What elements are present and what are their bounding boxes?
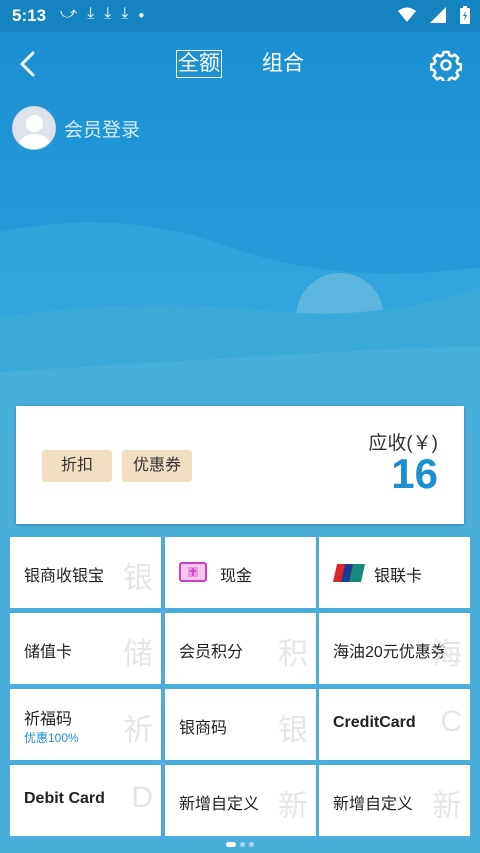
gear-icon[interactable] — [430, 49, 462, 81]
unionpay-icon — [333, 564, 365, 582]
wifi-icon — [398, 7, 416, 22]
method-watermark: 储 — [123, 638, 153, 671]
method-stored-value-card[interactable]: 储值卡 储 — [10, 613, 161, 684]
method-member-points[interactable]: 会员积分 积 — [165, 613, 316, 684]
page-dot-active[interactable] — [226, 842, 236, 848]
method-label: 银商码 — [179, 720, 228, 737]
method-add-custom[interactable]: 新增自定义 新 — [319, 765, 470, 836]
payment-summary-card: 折扣 优惠券 应收(￥) 16 — [16, 406, 464, 524]
method-label: 银联卡 — [374, 568, 423, 585]
method-label: 银商收银宝 — [24, 568, 105, 585]
method-blessing-code[interactable]: 祈福码 优惠100% 祈 — [10, 689, 161, 760]
method-watermark: 银 — [123, 562, 153, 595]
missed-call-icon: ⤻ — [60, 5, 88, 22]
notification-icons: ⤻⤓⤓⤓● — [60, 5, 154, 23]
method-watermark: 积 — [278, 638, 308, 671]
method-label: 海油20元优惠券 — [333, 644, 447, 661]
method-label: CreditCard — [333, 714, 416, 731]
method-credit-card[interactable]: CreditCard C — [319, 689, 470, 760]
method-label: 会员积分 — [179, 644, 244, 661]
method-cash[interactable]: 现金 — [165, 537, 316, 608]
method-unionpay[interactable]: 银联卡 — [319, 537, 470, 608]
member-login-label: 会员登录 — [64, 119, 141, 141]
method-watermark: 海 — [432, 638, 462, 671]
page-dot[interactable] — [240, 842, 245, 848]
method-oil-coupon[interactable]: 海油20元优惠券 海 — [319, 613, 470, 684]
header: 全额 组合 会员登录 — [0, 32, 480, 432]
method-debit-card[interactable]: Debit Card D — [10, 765, 161, 836]
avatar — [12, 106, 56, 150]
method-label: 新增自定义 — [179, 796, 260, 813]
download-icon: ⤓ — [87, 5, 105, 22]
coupon-button[interactable]: 优惠券 — [122, 450, 192, 482]
method-label: 祈福码 — [24, 711, 73, 728]
download-icon: ⤓ — [104, 5, 122, 22]
wave-background — [0, 222, 480, 432]
member-login[interactable]: 会员登录 — [12, 106, 140, 150]
cash-icon — [179, 562, 207, 582]
page-dot[interactable] — [249, 842, 254, 848]
tab-full-amount[interactable]: 全额 — [176, 50, 222, 78]
dot-icon: ● — [138, 10, 155, 21]
tab-combination[interactable]: 组合 — [262, 50, 304, 78]
method-watermark: C — [440, 705, 462, 738]
discount-button[interactable]: 折扣 — [42, 450, 112, 482]
download-icon: ⤓ — [121, 5, 139, 22]
battery-icon — [460, 6, 470, 24]
method-watermark: 新 — [278, 790, 308, 823]
method-ums-code[interactable]: 银商码 银 — [165, 689, 316, 760]
method-label: 储值卡 — [24, 644, 73, 661]
status-bar: 5:13 ⤻⤓⤓⤓● — [0, 0, 480, 32]
method-label: 现金 — [220, 568, 253, 585]
method-label: 新增自定义 — [333, 796, 414, 813]
page-indicator — [0, 842, 480, 848]
receivable-amount: 16 — [391, 450, 438, 497]
status-time: 5:13 — [12, 6, 47, 25]
back-arrow-icon[interactable] — [16, 50, 40, 78]
method-watermark: 祈 — [123, 714, 153, 747]
method-ums-cashier[interactable]: 银商收银宝 银 — [10, 537, 161, 608]
method-add-custom[interactable]: 新增自定义 新 — [165, 765, 316, 836]
method-watermark: 新 — [432, 790, 462, 823]
method-watermark: D — [131, 781, 153, 814]
signal-icon — [430, 7, 446, 23]
method-label: Debit Card — [24, 790, 105, 807]
method-discount-note: 优惠100% — [24, 731, 79, 745]
method-watermark: 银 — [278, 714, 308, 747]
